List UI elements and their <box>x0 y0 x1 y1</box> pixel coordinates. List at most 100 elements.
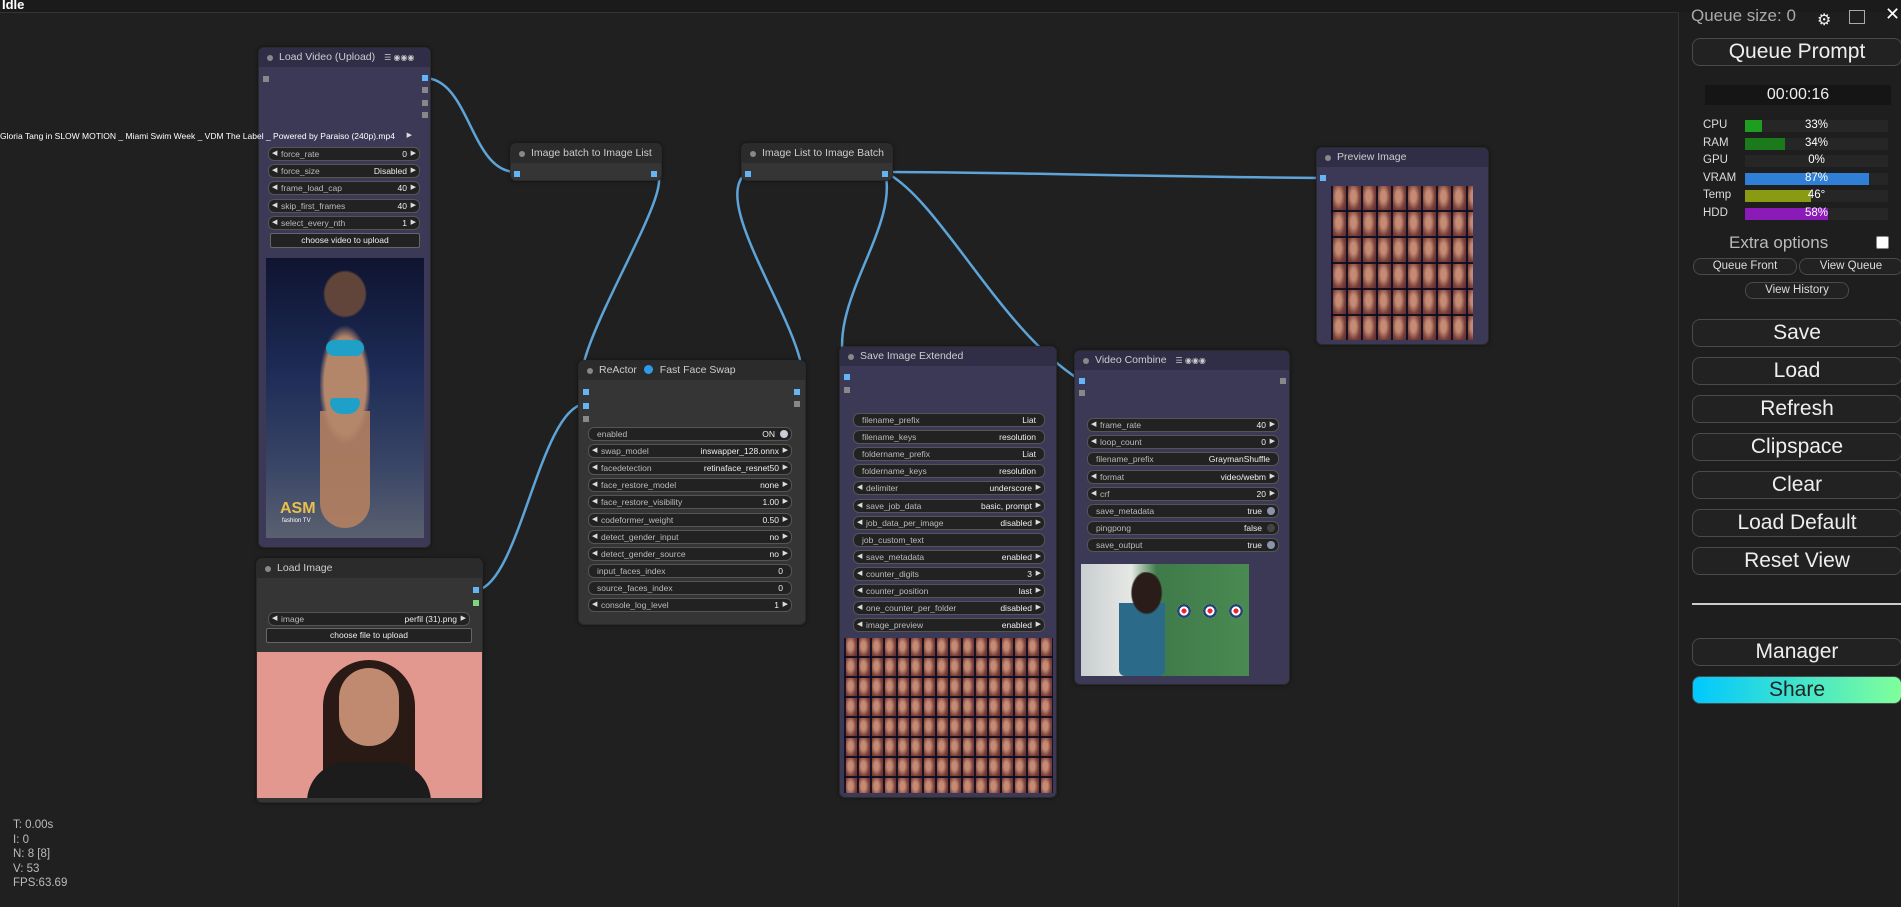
load-default-button[interactable]: Load Default <box>1692 509 1901 537</box>
widget-filename-keys[interactable]: filename_keys resolution <box>853 430 1045 445</box>
increment-arrow-icon[interactable]: ▶ <box>783 496 788 508</box>
widget-enabled[interactable]: enabled ON <box>588 427 792 441</box>
node-title[interactable]: Load Image <box>257 559 482 578</box>
decrement-arrow-icon[interactable]: ◀ <box>272 217 277 229</box>
clipspace-button[interactable]: Clipspace <box>1692 433 1901 461</box>
increment-arrow-icon[interactable]: ▶ <box>1036 482 1041 494</box>
widget-codeformer-weight[interactable]: ◀ codeformer_weight 0.50 ▶ <box>588 512 792 527</box>
output-port-image[interactable] <box>651 171 657 177</box>
decrement-arrow-icon[interactable]: ◀ <box>272 200 277 212</box>
video-file-widget[interactable]: Gloria Tang in SLOW MOTION _ Miami Swim … <box>0 130 418 142</box>
decrement-arrow-icon[interactable]: ◀ <box>857 568 862 580</box>
decrement-arrow-icon[interactable]: ◀ <box>592 599 597 611</box>
input-port-image[interactable] <box>1320 175 1326 181</box>
image-select-widget[interactable]: ◀ image perfil (31).png ▶ <box>268 612 470 626</box>
choose-file-button[interactable]: choose file to upload <box>266 628 472 643</box>
refresh-button[interactable]: Refresh <box>1692 395 1901 423</box>
widget-filename-prefix[interactable]: filename_prefix Liat <box>853 413 1045 427</box>
node-image-batch-to-list[interactable]: Image batch to Image List <box>510 143 662 181</box>
increment-arrow-icon[interactable]: ▶ <box>1036 551 1041 563</box>
widget-delimiter[interactable]: ◀ delimiter underscore ▶ <box>853 481 1045 496</box>
toggle-knob-icon[interactable] <box>1267 507 1275 515</box>
widget-force-size[interactable]: ◀ force_size Disabled ▶ <box>268 164 420 179</box>
widget-one-counter-per-folder[interactable]: ◀ one_counter_per_folder disabled ▶ <box>853 601 1045 616</box>
save-button[interactable]: Save <box>1692 319 1901 347</box>
video-combine-preview[interactable] <box>1081 564 1249 676</box>
node-preview-image[interactable]: Preview Image <box>1316 147 1489 345</box>
widget-save-output[interactable]: save_output true <box>1087 538 1279 553</box>
increment-arrow-icon[interactable]: ▶ <box>1270 488 1275 500</box>
widget-frame-load-cap[interactable]: ◀ frame_load_cap 40 ▶ <box>268 181 420 196</box>
input-port[interactable] <box>1079 390 1085 396</box>
node-image-list-to-batch[interactable]: Image List to Image Batch <box>741 143 893 181</box>
increment-arrow-icon[interactable]: ▶ <box>783 514 788 526</box>
decrement-arrow-icon[interactable]: ◀ <box>857 517 862 529</box>
decrement-arrow-icon[interactable]: ◀ <box>857 551 862 563</box>
input-port-image[interactable] <box>514 171 520 177</box>
widget-face-restore-visibility[interactable]: ◀ face_restore_visibility 1.00 ▶ <box>588 495 792 510</box>
input-port[interactable] <box>263 76 269 82</box>
output-port-image[interactable] <box>422 75 428 81</box>
node-title[interactable]: Save Image Extended <box>840 347 1056 366</box>
widget-input-faces-index[interactable]: input_faces_index 0 <box>588 563 792 578</box>
output-port[interactable] <box>422 87 428 93</box>
increment-arrow-icon[interactable]: ▶ <box>1036 619 1041 631</box>
input-port-image[interactable] <box>583 389 589 395</box>
decrement-arrow-icon[interactable]: ◀ <box>1091 436 1096 448</box>
settings-gear-icon[interactable]: ⚙ <box>1817 10 1831 30</box>
decrement-arrow-icon[interactable]: ◀ <box>1091 471 1096 483</box>
widget-save-job-data[interactable]: ◀ save_job_data basic, prompt ▶ <box>853 498 1045 513</box>
widget-console-log-level[interactable]: ◀ console_log_level 1 ▶ <box>588 598 792 612</box>
widget-save-metadata[interactable]: ◀ save_metadata enabled ▶ <box>853 549 1045 564</box>
queue-prompt-button[interactable]: Queue Prompt <box>1692 38 1901 66</box>
decrement-arrow-icon[interactable]: ◀ <box>857 619 862 631</box>
loaded-image-preview[interactable] <box>257 652 482 798</box>
decrement-arrow-icon[interactable]: ◀ <box>857 585 862 597</box>
widget-select-every-nth[interactable]: ◀ select_every_nth 1 ▶ <box>268 215 420 230</box>
clear-button[interactable]: Clear <box>1692 471 1901 499</box>
input-port[interactable] <box>583 416 589 422</box>
increment-arrow-icon[interactable]: ▶ <box>1036 602 1041 614</box>
increment-arrow-icon[interactable]: ▶ <box>1270 471 1275 483</box>
reset-view-button[interactable]: Reset View <box>1692 547 1901 575</box>
decrement-arrow-icon[interactable]: ◀ <box>592 548 597 560</box>
node-load-image[interactable]: Load Image <box>256 558 483 803</box>
decrement-arrow-icon[interactable]: ◀ <box>592 531 597 543</box>
choose-video-button[interactable]: choose video to upload <box>270 233 420 248</box>
output-port[interactable] <box>422 112 428 118</box>
increment-arrow-icon[interactable]: ▶ <box>411 165 416 177</box>
image-gallery-icon[interactable] <box>1849 10 1865 24</box>
preview-image-grid[interactable] <box>1331 186 1473 340</box>
widget-crf[interactable]: ◀ crf 20 ▶ <box>1087 486 1279 501</box>
increment-arrow-icon[interactable]: ▶ <box>1036 585 1041 597</box>
decrement-arrow-icon[interactable]: ◀ <box>1091 419 1096 431</box>
decrement-arrow-icon[interactable]: ◀ <box>592 445 597 457</box>
output-port[interactable] <box>422 100 428 106</box>
widget-loop-count[interactable]: ◀ loop_count 0 ▶ <box>1087 435 1279 450</box>
widget-face-restore-model[interactable]: ◀ face_restore_model none ▶ <box>588 478 792 493</box>
extra-options-checkbox[interactable] <box>1876 236 1889 249</box>
widget-foldername-keys[interactable]: foldername_keys resolution <box>853 464 1045 479</box>
node-title[interactable]: Image List to Image Batch <box>742 144 892 163</box>
increment-arrow-icon[interactable]: ▶ <box>1270 419 1275 431</box>
manager-button[interactable]: Manager <box>1692 638 1901 666</box>
toggle-knob-icon[interactable] <box>780 430 788 438</box>
input-port-image[interactable] <box>844 374 850 380</box>
widget-pingpong[interactable]: pingpong false <box>1087 521 1279 536</box>
widget-image-preview[interactable]: ◀ image_preview enabled ▶ <box>853 618 1045 633</box>
increment-arrow-icon[interactable]: ▶ <box>411 200 416 212</box>
widget-detect-gender-input[interactable]: ◀ detect_gender_input no ▶ <box>588 529 792 544</box>
decrement-arrow-icon[interactable]: ◀ <box>272 182 277 194</box>
increment-arrow-icon[interactable]: ▶ <box>411 217 416 229</box>
node-title[interactable]: Load Video (Upload) ☰ ◉◉◉ <box>259 48 430 67</box>
increment-arrow-icon[interactable]: ▶ <box>1036 568 1041 580</box>
widget-job-custom-text[interactable]: job_custom_text <box>853 532 1045 547</box>
node-title[interactable]: Preview Image <box>1317 148 1488 167</box>
node-title[interactable]: ReActor Fast Face Swap <box>579 361 805 380</box>
increment-arrow-icon[interactable]: ▶ <box>783 462 788 474</box>
increment-arrow-icon[interactable]: ▶ <box>783 445 788 457</box>
node-title[interactable]: Image batch to Image List <box>511 144 661 163</box>
decrement-arrow-icon[interactable]: ◀ <box>592 462 597 474</box>
output-port[interactable] <box>1280 378 1286 384</box>
decrement-arrow-icon[interactable]: ◀ <box>857 482 862 494</box>
